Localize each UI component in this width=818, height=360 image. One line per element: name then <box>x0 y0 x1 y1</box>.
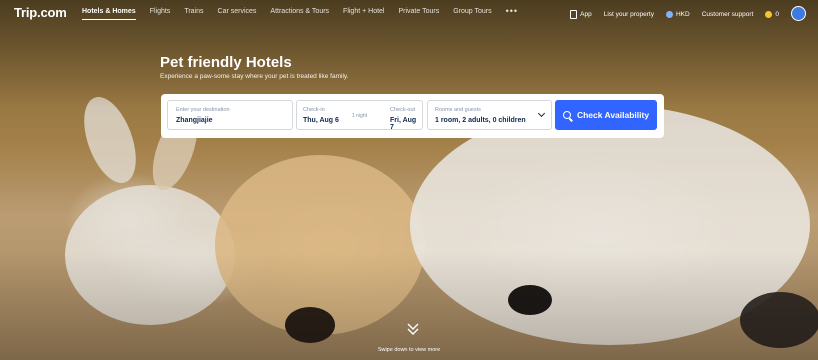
destination-label: Enter your destination <box>176 107 230 113</box>
search-icon <box>562 111 571 119</box>
coins-count: 0 <box>775 11 779 18</box>
search-box: Enter your destination Zhangjiajie Check… <box>161 94 664 138</box>
checkout-label: Check-out <box>390 107 416 113</box>
page-title: Pet friendly Hotels <box>160 54 292 71</box>
nav-item-attractions[interactable]: Attractions & Tours <box>270 8 329 20</box>
currency-icon <box>665 11 673 18</box>
chevron-double-down-icon[interactable] <box>406 322 420 336</box>
checkin-label: Check-in <box>303 107 325 113</box>
currency-selector[interactable]: HKD <box>665 11 690 18</box>
page-subtitle: Experience a paw-some stay where your pe… <box>160 73 349 80</box>
nav-items: Hotels & Homes Flights Trains Car servic… <box>82 6 532 20</box>
date-field[interactable]: Check-in Thu, Aug 6 1 night Check-out Fr… <box>296 100 423 131</box>
nav-item-hotels[interactable]: Hotels & Homes <box>82 8 136 20</box>
more-icon[interactable]: ••• <box>506 6 518 18</box>
scroll-hint: Swipe down to view more <box>377 347 441 353</box>
nav-item-group-tours[interactable]: Group Tours <box>453 8 491 20</box>
guests-field[interactable]: Rooms and guests 1 room, 2 adults, 0 chi… <box>427 100 552 130</box>
chevron-down-icon <box>537 109 546 118</box>
avatar[interactable] <box>791 6 806 21</box>
nights-count: 1 night <box>352 113 368 119</box>
hero-shade <box>0 0 818 360</box>
nav-right: App List your property HKD Customer supp… <box>558 6 806 22</box>
nav-item-flights[interactable]: Flights <box>150 8 171 20</box>
currency-label: HKD <box>675 11 690 18</box>
list-property-link[interactable]: List your property <box>604 11 654 18</box>
top-nav: Trip.com Hotels & Homes Flights Trains C… <box>0 0 818 26</box>
guests-value: 1 room, 2 adults, 0 children <box>435 117 526 124</box>
nav-item-private-tours[interactable]: Private Tours <box>398 8 439 20</box>
nav-item-flight-hotel[interactable]: Flight + Hotel <box>343 8 384 20</box>
check-availability-button[interactable]: Check Availability <box>555 100 657 130</box>
guests-label: Rooms and guests <box>435 107 481 113</box>
customer-support-link[interactable]: Customer support <box>702 11 754 18</box>
app-label: App <box>580 11 592 18</box>
coin-icon <box>765 11 773 18</box>
trip-logo[interactable]: Trip.com <box>14 5 67 20</box>
nav-item-car-services[interactable]: Car services <box>218 8 257 20</box>
destination-value: Zhangjiajie <box>176 117 213 124</box>
phone-icon <box>570 10 578 19</box>
checkout-value: Fri, Aug 7 <box>390 117 417 131</box>
checkin-value: Thu, Aug 6 <box>303 117 339 124</box>
nav-item-trains[interactable]: Trains <box>184 8 203 20</box>
check-availability-label: Check Availability <box>576 110 650 120</box>
coins-link[interactable]: 0 <box>765 11 779 18</box>
app-link[interactable]: App <box>570 10 592 19</box>
destination-field[interactable]: Enter your destination Zhangjiajie <box>167 100 293 130</box>
hero-background <box>0 0 818 360</box>
